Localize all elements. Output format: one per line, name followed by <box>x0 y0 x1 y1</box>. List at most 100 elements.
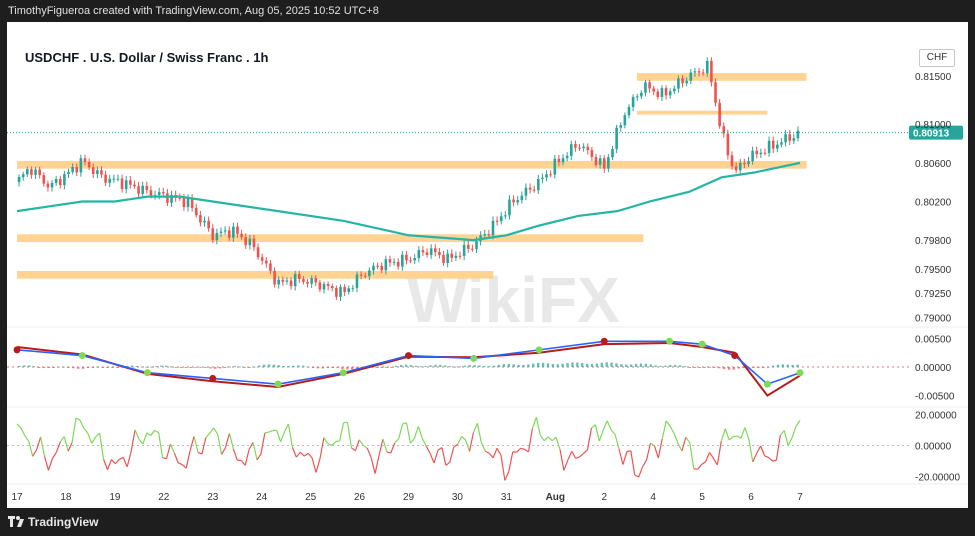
oscillator-segment <box>417 426 423 439</box>
oscillator-segment <box>16 423 22 429</box>
oscillator-segment <box>162 456 167 460</box>
oscillator-segment <box>193 436 199 453</box>
oscillator-segment <box>586 427 593 450</box>
macd-cross-dot <box>209 374 217 382</box>
oscillator-segment <box>709 452 714 459</box>
candle-body <box>417 250 421 259</box>
macd-histogram-bar <box>629 364 633 367</box>
candle-body <box>34 169 37 175</box>
macd-histogram-bar <box>28 365 31 367</box>
candle-body <box>520 195 524 201</box>
currency-label[interactable]: CHF <box>919 49 955 67</box>
oscillator-segment <box>158 432 164 458</box>
chart-area[interactable]: WikiFX 0.80913 0.81500 0.81000 0.80600 0.8020… <box>7 22 968 508</box>
header-attribution: TimothyFigueroa created with TradingView… <box>0 0 975 22</box>
oscillator-segment <box>75 417 81 421</box>
candle-body <box>561 158 565 163</box>
macd-histogram-bar <box>659 365 662 367</box>
candle-body <box>46 183 50 188</box>
macd-histogram-bar <box>228 366 232 368</box>
oscillator-segment <box>752 453 758 463</box>
macd-histogram-bar <box>429 365 432 367</box>
candle-body <box>363 275 367 277</box>
candle-body <box>384 259 388 271</box>
candle-body <box>409 260 412 262</box>
x-tick-label: 4 <box>650 492 656 503</box>
oscillator-segment <box>398 423 404 439</box>
candle-body <box>236 226 239 234</box>
osc-y-tick-label: 0.00000 <box>915 442 952 453</box>
oscillator-segment <box>268 429 273 433</box>
y-tick-label: 0.81000 <box>915 120 952 131</box>
macd-histogram-bar <box>762 367 765 368</box>
candle-body <box>75 166 79 173</box>
candle-body <box>335 288 338 297</box>
macd-cross-dot <box>78 352 86 360</box>
macd-histogram-bar <box>688 367 692 368</box>
macd-histogram-bar <box>380 367 383 368</box>
candle-body <box>495 220 499 222</box>
moving-average-line <box>16 161 801 242</box>
oscillator-segment <box>724 428 730 441</box>
oscillator-segment <box>280 431 286 443</box>
oscillator-segment <box>228 433 234 450</box>
candle-body <box>450 253 454 258</box>
oscillator-segment <box>748 439 754 462</box>
candle-body <box>619 125 623 128</box>
macd-cross-dot <box>731 352 739 360</box>
candle-body <box>780 142 783 145</box>
x-tick-label: 25 <box>305 492 317 503</box>
macd-y-tick-label: -0.00500 <box>915 392 955 403</box>
oscillator-segment <box>716 440 722 465</box>
oscillator-segment <box>51 452 57 459</box>
oscillator-segment <box>154 429 159 434</box>
candle-body <box>574 144 577 148</box>
x-tick-label: 6 <box>748 492 754 503</box>
osc-y-tick-label: -20.00000 <box>915 472 960 483</box>
osc-y-tick-label: 20.00000 <box>915 411 957 422</box>
macd-histogram-bar <box>718 367 721 369</box>
oscillator-segment <box>111 459 116 465</box>
macd-histogram-bar <box>223 367 227 368</box>
macd-histogram-bar <box>42 367 46 368</box>
candle-body <box>771 140 775 149</box>
oscillator-segment <box>583 449 588 454</box>
candle-body <box>413 258 416 261</box>
x-tick-label: 5 <box>699 492 705 503</box>
x-tick-label: 29 <box>403 492 415 503</box>
tradingview-logo[interactable]: TradingView <box>8 515 98 529</box>
oscillator-segment <box>492 448 498 459</box>
oscillator-segment <box>579 452 584 458</box>
macd-histogram-bar <box>448 366 452 368</box>
zone-0 <box>636 73 807 81</box>
macd-cross-dot <box>470 354 478 362</box>
candle-body <box>306 281 309 284</box>
candle-body <box>788 134 791 141</box>
oscillator-segment <box>527 428 534 452</box>
oscillator-segment <box>99 433 105 460</box>
oscillator-segment <box>95 432 101 438</box>
candle-body <box>54 178 58 183</box>
candle-body <box>108 178 112 183</box>
oscillator-segment <box>346 422 353 448</box>
macd-cross-dot <box>274 380 282 388</box>
candle-body <box>677 78 680 89</box>
candle-body <box>302 279 305 282</box>
candle-body <box>673 88 676 92</box>
symbol-title: USDCHF . U.S. Dollar / Swiss Franc . 1h <box>25 50 269 65</box>
oscillator-segment <box>768 456 773 462</box>
macd-histogram-bar <box>536 362 540 367</box>
oscillator-segment <box>795 420 801 427</box>
x-tick-label: 22 <box>158 492 170 503</box>
candle-body <box>87 162 91 168</box>
candle-body <box>681 78 684 84</box>
candle-body <box>194 207 198 216</box>
oscillator-segment <box>425 445 431 454</box>
candle-body <box>293 273 297 287</box>
macd-histogram-bar <box>277 365 281 367</box>
oscillator-segment <box>638 466 644 478</box>
macd-histogram-bar <box>796 364 799 367</box>
macd-histogram-bar <box>517 364 520 367</box>
macd-cross-dot <box>13 346 21 354</box>
macd-histogram-bar <box>140 366 143 368</box>
